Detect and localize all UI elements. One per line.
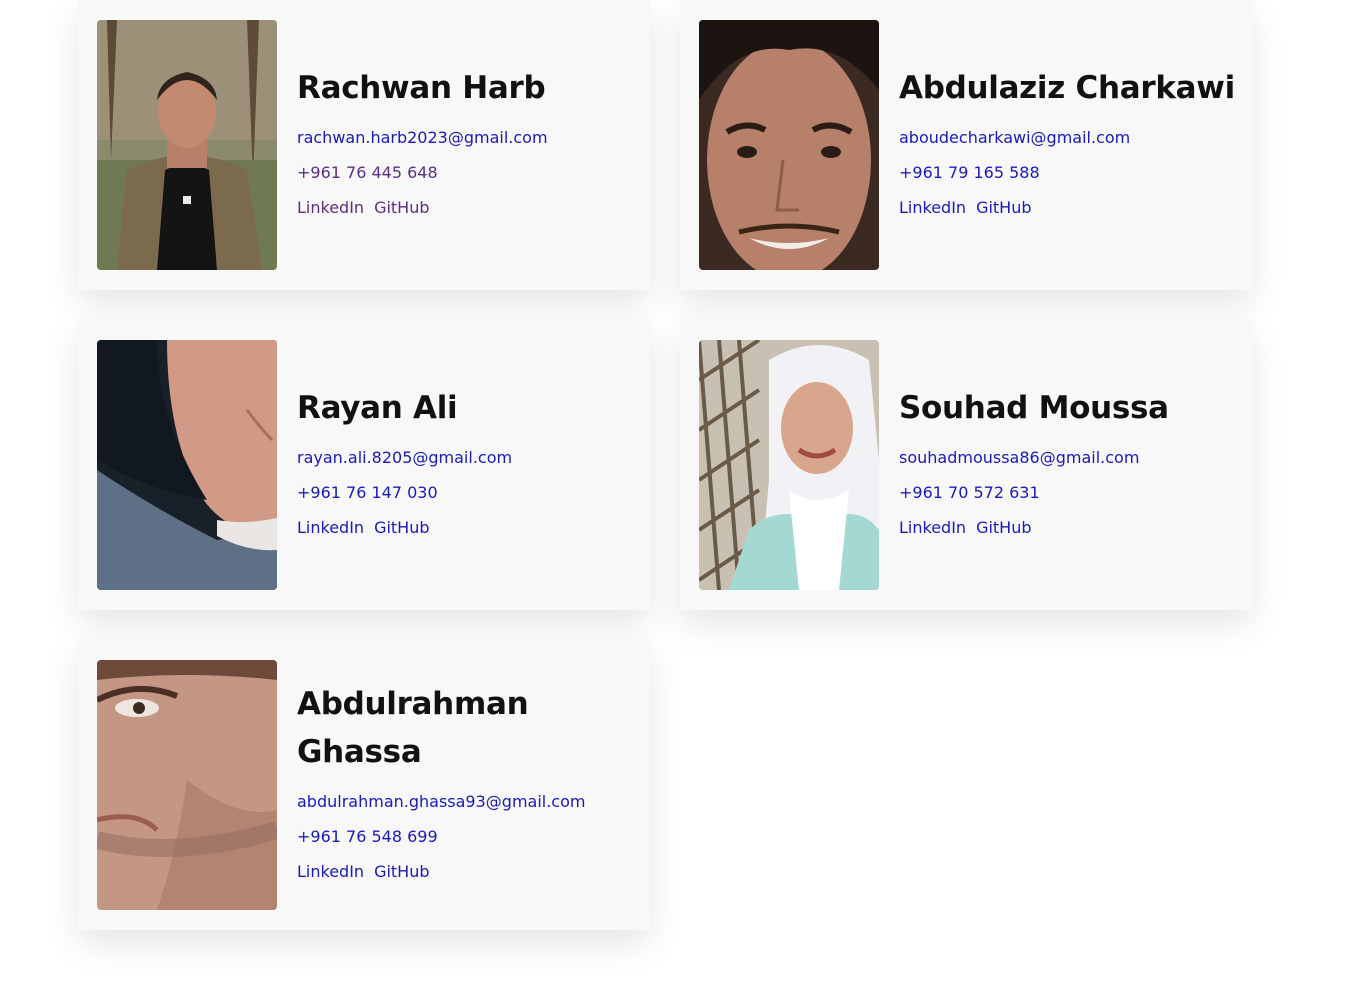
member-name: Abdulrahman Ghassa — [297, 680, 638, 776]
team-card: Souhad Moussa souhadmoussa86@gmail.com +… — [680, 320, 1252, 610]
linkedin-link[interactable]: LinkedIn — [297, 862, 364, 881]
social-links: LinkedIn GitHub — [297, 190, 638, 225]
social-links: LinkedIn GitHub — [899, 510, 1240, 545]
phone-link[interactable]: +961 76 548 699 — [297, 827, 438, 846]
member-name-line: Rayan Ali — [297, 390, 458, 426]
social-links: LinkedIn GitHub — [297, 510, 638, 545]
member-name-line: Ghassa — [297, 734, 422, 770]
linkedin-link[interactable]: LinkedIn — [297, 198, 364, 217]
phone-row: +961 76 147 030 — [297, 475, 638, 510]
team-card: Abdulrahman Ghassa abdulrahman.ghassa93@… — [78, 640, 650, 930]
linkedin-link[interactable]: LinkedIn — [899, 198, 966, 217]
email-row: souhadmoussa86@gmail.com — [899, 440, 1240, 475]
social-links: LinkedIn GitHub — [899, 190, 1240, 225]
phone-link[interactable]: +961 79 165 588 — [899, 163, 1040, 182]
member-name: Abdulaziz Charkawi — [899, 64, 1240, 112]
github-link[interactable]: GitHub — [374, 862, 429, 881]
person-photo-icon — [97, 20, 277, 270]
linkedin-link[interactable]: LinkedIn — [297, 518, 364, 537]
email-link[interactable]: aboudecharkawi@gmail.com — [899, 128, 1130, 147]
member-name: Souhad Moussa — [899, 384, 1240, 432]
person-photo-icon — [699, 20, 879, 270]
github-link[interactable]: GitHub — [374, 198, 429, 217]
team-card: Abdulaziz Charkawi aboudecharkawi@gmail.… — [680, 0, 1252, 290]
profile-photo — [699, 20, 879, 270]
member-info: Rayan Ali rayan.ali.8205@gmail.com +961 … — [297, 320, 638, 545]
member-name: Rachwan Harb — [297, 64, 638, 112]
phone-link[interactable]: +961 76 147 030 — [297, 483, 438, 502]
phone-row: +961 76 548 699 — [297, 819, 638, 854]
email-link[interactable]: rachwan.harb2023@gmail.com — [297, 128, 548, 147]
phone-link[interactable]: +961 70 572 631 — [899, 483, 1040, 502]
member-name-line: Abdulaziz Charkawi — [899, 70, 1235, 106]
person-photo-icon — [97, 660, 277, 910]
person-photo-icon — [97, 340, 277, 590]
social-links: LinkedIn GitHub — [297, 854, 638, 889]
member-info: Rachwan Harb rachwan.harb2023@gmail.com … — [297, 0, 638, 225]
person-photo-icon — [699, 340, 879, 590]
phone-link[interactable]: +961 76 445 648 — [297, 163, 438, 182]
member-info: Abdulaziz Charkawi aboudecharkawi@gmail.… — [899, 0, 1240, 225]
email-link[interactable]: rayan.ali.8205@gmail.com — [297, 448, 512, 467]
phone-row: +961 79 165 588 — [899, 155, 1240, 190]
github-link[interactable]: GitHub — [976, 518, 1031, 537]
phone-row: +961 76 445 648 — [297, 155, 638, 190]
member-info: Souhad Moussa souhadmoussa86@gmail.com +… — [899, 320, 1240, 545]
linkedin-link[interactable]: LinkedIn — [899, 518, 966, 537]
email-row: rachwan.harb2023@gmail.com — [297, 120, 638, 155]
team-card: Rayan Ali rayan.ali.8205@gmail.com +961 … — [78, 320, 650, 610]
phone-row: +961 70 572 631 — [899, 475, 1240, 510]
email-link[interactable]: souhadmoussa86@gmail.com — [899, 448, 1139, 467]
email-row: aboudecharkawi@gmail.com — [899, 120, 1240, 155]
profile-photo — [699, 340, 879, 590]
member-name-line: Souhad Moussa — [899, 390, 1169, 426]
email-row: rayan.ali.8205@gmail.com — [297, 440, 638, 475]
member-info: Abdulrahman Ghassa abdulrahman.ghassa93@… — [297, 640, 638, 889]
member-name-line: Rachwan Harb — [297, 70, 546, 106]
profile-photo — [97, 340, 277, 590]
member-name-line: Abdulrahman — [297, 686, 529, 722]
github-link[interactable]: GitHub — [976, 198, 1031, 217]
member-name: Rayan Ali — [297, 384, 638, 432]
profile-photo — [97, 660, 277, 910]
team-card: Rachwan Harb rachwan.harb2023@gmail.com … — [78, 0, 650, 290]
email-row: abdulrahman.ghassa93@gmail.com — [297, 784, 638, 819]
profile-photo — [97, 20, 277, 270]
team-grid: Rachwan Harb rachwan.harb2023@gmail.com … — [0, 0, 1347, 993]
email-link[interactable]: abdulrahman.ghassa93@gmail.com — [297, 792, 585, 811]
github-link[interactable]: GitHub — [374, 518, 429, 537]
